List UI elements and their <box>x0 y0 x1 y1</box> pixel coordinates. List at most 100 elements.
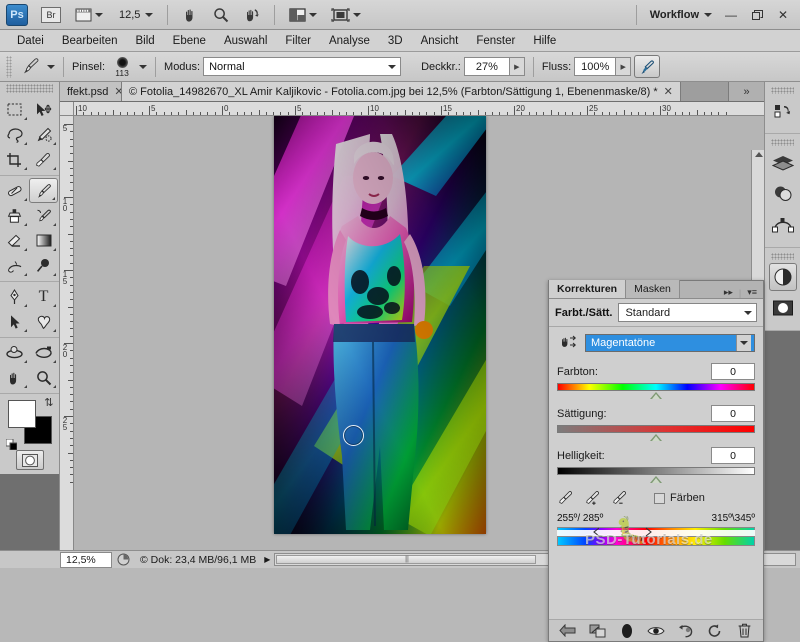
hand-tool[interactable] <box>0 365 29 390</box>
restore-button[interactable] <box>746 5 768 25</box>
lasso-tool[interactable] <box>0 122 29 147</box>
arrange-documents-button[interactable] <box>284 4 322 26</box>
spot-healing-brush-tool[interactable] <box>0 178 29 203</box>
hue-value-input[interactable]: 0 <box>711 363 755 380</box>
3d-rotate-tool[interactable] <box>0 340 29 365</box>
dock-grip[interactable] <box>771 253 794 260</box>
panel-menu-icon[interactable]: ▾≡ <box>747 287 757 298</box>
default-colors-icon[interactable] <box>5 439 17 450</box>
blur-tool[interactable] <box>0 253 29 278</box>
dodge-tool[interactable] <box>29 253 58 278</box>
eraser-tool[interactable] <box>0 228 29 253</box>
close-button[interactable]: ✕ <box>772 5 794 25</box>
preset-select[interactable]: Standard <box>618 303 757 322</box>
move-tool[interactable] <box>29 97 58 122</box>
saturation-slider-thumb[interactable] <box>650 434 662 441</box>
return-to-adjustment-list-button[interactable] <box>558 622 578 640</box>
gradient-tool[interactable] <box>29 228 58 253</box>
brush-preset-chevron-icon[interactable] <box>139 64 148 69</box>
3d-orbit-tool[interactable] <box>29 340 58 365</box>
close-icon[interactable]: ✕ <box>114 85 121 98</box>
quick-selection-tool[interactable] <box>29 122 58 147</box>
menu-filter[interactable]: Filter <box>276 33 320 49</box>
flow-stepper[interactable]: ▶ <box>616 57 632 76</box>
foreground-color-swatch[interactable] <box>7 400 36 428</box>
color-range-select[interactable]: Magentatöne <box>585 334 755 352</box>
image-canvas[interactable] <box>274 116 486 534</box>
layers-panel-icon[interactable] <box>769 149 797 177</box>
screen-mode-button[interactable] <box>326 4 366 26</box>
rectangular-marquee-tool[interactable] <box>0 97 29 122</box>
ruler-origin-corner[interactable] <box>60 102 74 116</box>
pen-tool[interactable] <box>0 284 29 309</box>
menu-3d[interactable]: 3D <box>379 33 412 49</box>
saturation-slider-track[interactable] <box>557 425 755 441</box>
launch-bridge-button[interactable]: Br <box>36 4 66 26</box>
toolbox-grip[interactable] <box>6 84 53 93</box>
brush-preset-picker[interactable]: 113 <box>108 56 136 77</box>
current-tool-icon[interactable] <box>18 56 44 78</box>
adjustments-panel-icon[interactable] <box>768 263 797 291</box>
collapse-panel-icon[interactable]: ▸▸ <box>724 287 733 298</box>
zoom-level-display[interactable]: 12,5 <box>112 4 158 26</box>
tab-masken[interactable]: Masken <box>626 280 680 298</box>
tab-korrekturen[interactable]: Korrekturen <box>549 280 627 298</box>
clone-stamp-tool[interactable] <box>0 203 29 228</box>
tool-preset-chevron-icon[interactable] <box>47 64 55 69</box>
menu-datei[interactable]: Datei <box>8 33 53 49</box>
horizontal-ruler[interactable]: 10 5 0 5 10 15 20 25 30 <box>74 102 764 116</box>
on-image-adjustment-icon[interactable] <box>557 333 579 353</box>
colorize-checkbox[interactable] <box>654 492 665 504</box>
close-icon[interactable]: ✕ <box>664 85 673 98</box>
spectrum-bottom-bar[interactable] <box>557 537 755 546</box>
range-handle-left[interactable] <box>593 527 600 547</box>
workspace-switcher[interactable]: Workflow <box>646 9 716 21</box>
hue-slider-thumb[interactable] <box>650 392 662 399</box>
opacity-input[interactable]: 27% <box>463 57 510 76</box>
document-tab-1[interactable]: © Fotolia_14982670_XL Amir Kaljikovic - … <box>122 82 681 101</box>
zoom-tool[interactable] <box>29 365 58 390</box>
flow-input[interactable]: 100% <box>574 57 617 76</box>
crop-tool[interactable] <box>0 147 29 172</box>
options-bar-grip[interactable] <box>6 55 12 78</box>
horizontal-scroll-thumb[interactable] <box>276 555 537 564</box>
scroll-up-icon[interactable] <box>755 152 763 157</box>
opacity-stepper[interactable]: ▶ <box>509 57 525 76</box>
zoom-percentage-input[interactable]: 12,5% <box>60 551 112 568</box>
eyedropper-subtract-icon[interactable] <box>611 489 629 507</box>
lightness-slider-thumb[interactable] <box>650 476 662 483</box>
quick-mask-mode-button[interactable] <box>15 450 44 470</box>
history-brush-tool[interactable] <box>29 203 58 228</box>
vertical-ruler[interactable]: 5 10 15 20 25 <box>60 116 74 550</box>
menu-analyse[interactable]: Analyse <box>320 33 379 49</box>
path-selection-tool[interactable] <box>0 309 29 334</box>
color-range-spectrum[interactable]: 🐛 PSD-Tutorials.de <box>557 515 755 548</box>
paths-panel-icon[interactable] <box>769 211 797 239</box>
menu-hilfe[interactable]: Hilfe <box>524 33 565 49</box>
toggle-layer-visibility-button[interactable] <box>617 622 637 640</box>
menu-ebene[interactable]: Ebene <box>164 33 215 49</box>
history-panel-icon[interactable] <box>769 97 797 125</box>
brush-tool[interactable] <box>29 178 58 203</box>
reset-to-previous-button[interactable] <box>675 622 695 640</box>
swap-colors-icon[interactable]: ⇅ <box>44 396 53 409</box>
minimize-button[interactable]: — <box>720 5 742 25</box>
eyedropper-tool[interactable] <box>29 147 58 172</box>
rotate-view-tool-button[interactable] <box>238 4 265 26</box>
menu-bild[interactable]: Bild <box>126 33 163 49</box>
lightness-slider-track[interactable] <box>557 467 755 483</box>
zoom-tool-button[interactable] <box>208 4 234 26</box>
view-extras-button[interactable] <box>70 4 108 26</box>
document-tab-0[interactable]: ffekt.psd ✕ <box>60 82 122 101</box>
colorize-checkbox-row[interactable]: Färben <box>654 492 705 504</box>
menu-fenster[interactable]: Fenster <box>467 33 524 49</box>
hand-tool-button[interactable] <box>177 4 204 26</box>
tab-overflow-button[interactable]: » <box>728 82 764 101</box>
blend-mode-select[interactable]: Normal <box>203 57 402 76</box>
eyedropper-add-icon[interactable] <box>584 489 602 507</box>
menu-auswahl[interactable]: Auswahl <box>215 33 276 49</box>
dock-grip[interactable] <box>771 87 794 94</box>
lightness-value-input[interactable]: 0 <box>711 447 755 464</box>
timing-indicator-icon[interactable] <box>112 553 134 566</box>
custom-shape-tool[interactable] <box>29 309 58 334</box>
